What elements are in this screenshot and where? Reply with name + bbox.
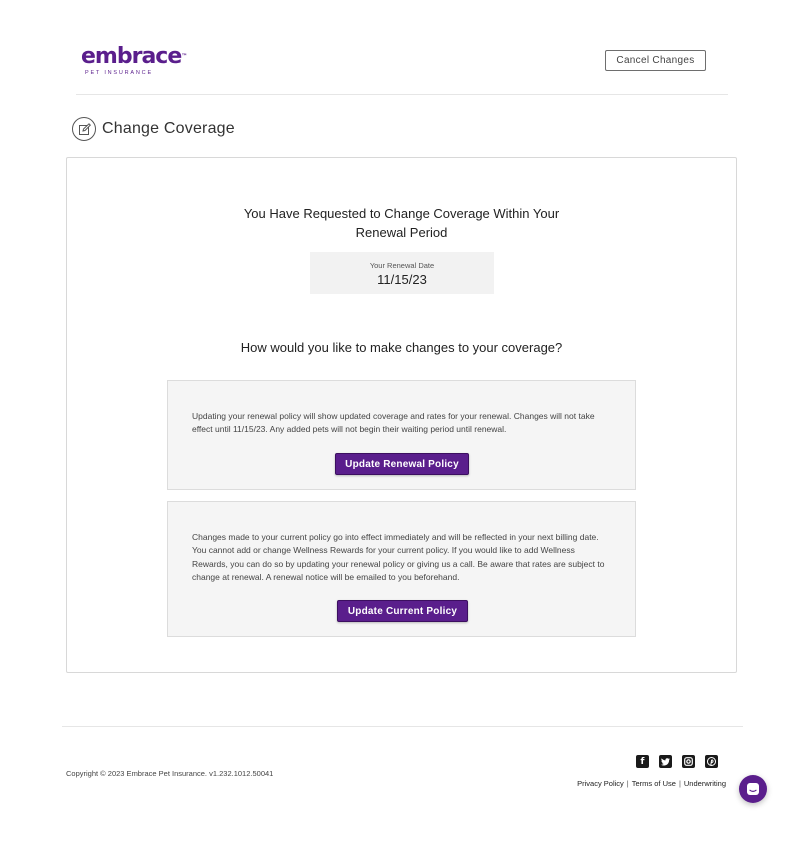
page-title: Change Coverage xyxy=(102,120,235,137)
renewal-date-value: 11/15/23 xyxy=(377,272,427,287)
update-renewal-policy-button[interactable]: Update Renewal Policy xyxy=(335,453,469,475)
link-separator: | xyxy=(678,779,681,788)
link-separator: | xyxy=(626,779,629,788)
current-policy-option: Changes made to your current policy go i… xyxy=(167,501,636,637)
update-current-policy-button[interactable]: Update Current Policy xyxy=(337,600,468,622)
change-question: How would you like to make changes to yo… xyxy=(240,340,563,355)
renewal-policy-description: Updating your renewal policy will show u… xyxy=(192,411,595,435)
social-links: f xyxy=(636,755,718,768)
cancel-changes-button[interactable]: Cancel Changes xyxy=(605,50,706,71)
page-title-row: Change Coverage xyxy=(72,116,235,142)
copyright-text: Copyright © 2023 Embrace Pet Insurance. … xyxy=(66,769,274,778)
renewal-policy-option: Updating your renewal policy will show u… xyxy=(167,380,636,490)
heading-line-2: Renewal Period xyxy=(355,224,448,240)
logo-wordmark: embrace™ xyxy=(81,44,187,69)
embrace-logo[interactable]: embrace™ PET INSURANCE xyxy=(81,44,187,80)
header-divider xyxy=(76,94,728,95)
heading-line-1: You Have Requested to Change Coverage Wi… xyxy=(243,206,560,221)
twitter-icon[interactable] xyxy=(659,755,672,768)
renewal-date-box: Your Renewal Date 11/15/23 xyxy=(310,252,494,294)
pinterest-icon[interactable] xyxy=(705,755,718,768)
underwriting-link[interactable]: Underwriting xyxy=(684,779,726,788)
instagram-icon[interactable] xyxy=(682,755,695,768)
current-policy-description: Changes made to your current policy go i… xyxy=(192,532,605,582)
logo-tagline: PET INSURANCE xyxy=(85,70,153,76)
footer-divider xyxy=(62,726,743,727)
facebook-icon[interactable]: f xyxy=(636,755,649,768)
renewal-date-label: Your Renewal Date xyxy=(369,261,435,270)
change-heading: You Have Requested to Change Coverage Wi… xyxy=(66,205,737,242)
chat-icon xyxy=(747,783,759,795)
privacy-policy-link[interactable]: Privacy Policy xyxy=(577,779,624,788)
footer-links: Privacy Policy | Terms of Use | Underwri… xyxy=(577,779,726,788)
edit-icon xyxy=(72,117,96,141)
chat-button[interactable] xyxy=(739,775,767,803)
terms-of-use-link[interactable]: Terms of Use xyxy=(632,779,676,788)
